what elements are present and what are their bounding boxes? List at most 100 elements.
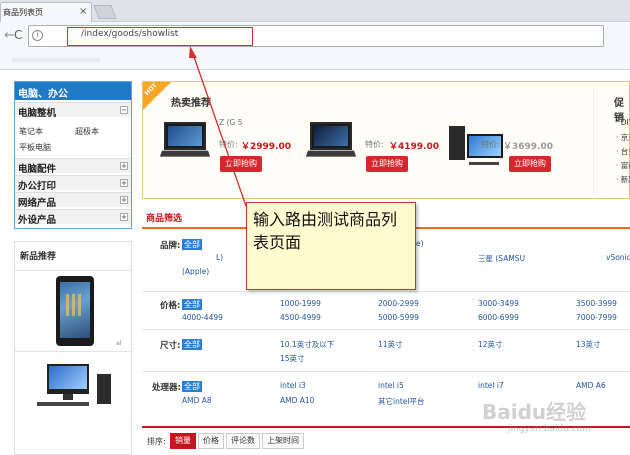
filter-label-price: 价格: bbox=[160, 301, 181, 311]
filter-option[interactable]: 7000-7999 bbox=[576, 313, 617, 322]
filter-option[interactable]: 6000-6999 bbox=[478, 313, 519, 322]
category-group-label: 网络产品 bbox=[18, 198, 57, 209]
address-bar[interactable]: i /index/goods/showlist bbox=[28, 25, 604, 47]
category-group-label: 办公打印 bbox=[18, 181, 57, 192]
filter-option[interactable]: 3500-3999 bbox=[576, 299, 617, 308]
divider bbox=[142, 291, 630, 292]
price-label: 特价: bbox=[481, 140, 500, 149]
filter-option[interactable]: intel i5 bbox=[378, 381, 404, 390]
filter-option[interactable]: e) bbox=[416, 239, 424, 248]
sort-by-sales-button[interactable]: 销量 bbox=[170, 433, 196, 449]
minus-icon[interactable]: − bbox=[120, 106, 128, 114]
category-item-ultrabook[interactable]: 超极本 bbox=[75, 126, 99, 137]
category-group-peripherals[interactable]: 外设产品 + bbox=[15, 209, 131, 226]
promo-link[interactable]: · DIY bbox=[616, 118, 630, 127]
filter-label-size: 尺寸: bbox=[160, 341, 181, 351]
filter-option[interactable]: 15英寸 bbox=[280, 353, 305, 364]
promo-link[interactable]: · 京东 bbox=[616, 132, 630, 143]
filter-option[interactable]: 4500-4999 bbox=[280, 313, 321, 322]
product-name[interactable]: Z (G 5 bbox=[219, 118, 242, 127]
browser-toolbar: ← C i /index/goods/showlist bbox=[0, 22, 630, 50]
plus-icon[interactable]: + bbox=[120, 196, 128, 204]
tablet-product-image[interactable] bbox=[56, 276, 94, 346]
category-group-office[interactable]: 办公打印 + bbox=[15, 175, 131, 192]
page-info-icon[interactable]: i bbox=[32, 30, 43, 41]
watermark-logo: Baidu经验 bbox=[482, 400, 587, 424]
filter-all-price[interactable]: 全部 bbox=[182, 299, 202, 310]
product-price: ￥3699.00 bbox=[503, 142, 553, 152]
price-label: 特价: bbox=[219, 140, 238, 149]
category-group-label: 外设产品 bbox=[18, 215, 57, 226]
divider bbox=[142, 329, 630, 330]
desktop-product-image[interactable] bbox=[449, 126, 465, 160]
buy-now-button[interactable]: 立即抢购 bbox=[509, 156, 551, 172]
reload-icon[interactable]: C bbox=[14, 28, 22, 42]
promo-link[interactable]: · 富都 bbox=[616, 160, 630, 171]
filter-option[interactable]: AMD A8 bbox=[182, 396, 212, 405]
filter-option[interactable]: intel i3 bbox=[280, 381, 306, 390]
filter-option[interactable]: vSonic bbox=[606, 253, 630, 262]
category-group-network[interactable]: 网络产品 + bbox=[15, 192, 131, 209]
keyboard bbox=[469, 162, 499, 165]
promo-link[interactable]: · 新款 bbox=[616, 174, 630, 185]
new-recommend-panel: 新品推荐 al bbox=[14, 241, 132, 455]
filter-option[interactable]: AMD A6 bbox=[576, 381, 606, 390]
category-group-label: 电脑配件 bbox=[18, 164, 57, 175]
category-item-laptop[interactable]: 笔记本 bbox=[19, 126, 43, 137]
category-item-tablet[interactable]: 平板电脑 bbox=[19, 142, 51, 153]
category-group-computers[interactable]: 电脑整机 − bbox=[15, 102, 131, 119]
new-tab-button[interactable] bbox=[93, 5, 117, 19]
filter-option[interactable]: 10.1英寸及以下 bbox=[280, 339, 334, 350]
filter-option[interactable]: 2000-2999 bbox=[378, 299, 419, 308]
filter-option[interactable]: 13英寸 bbox=[576, 339, 601, 350]
filter-option[interactable]: (Apple) bbox=[182, 267, 209, 276]
bookmarks-bar bbox=[0, 50, 630, 70]
sort-by-price-button[interactable]: 价格 bbox=[198, 433, 224, 449]
browser-tab[interactable]: 商品列表页 × bbox=[0, 2, 92, 22]
filter-all-brand[interactable]: 全部 bbox=[182, 239, 202, 250]
monitor-stand bbox=[63, 394, 73, 400]
filter-option[interactable]: 1000-1999 bbox=[280, 299, 321, 308]
filter-option[interactable]: 3000-3499 bbox=[478, 299, 519, 308]
plus-icon[interactable]: + bbox=[120, 162, 128, 170]
filter-option[interactable]: 11英寸 bbox=[378, 339, 403, 350]
filter-option[interactable]: intel i7 bbox=[478, 381, 504, 390]
filter-option[interactable]: 其它intel平台 bbox=[378, 396, 424, 407]
promo-link[interactable]: · 台式 bbox=[616, 146, 630, 157]
category-header[interactable]: 电脑、办公 bbox=[15, 82, 131, 100]
category-group-label: 电脑整机 bbox=[18, 108, 57, 119]
new-recommend-title: 新品推荐 bbox=[20, 252, 57, 262]
filter-option[interactable]: AMD A10 bbox=[280, 396, 314, 405]
filter-option[interactable]: 三星 (SAMSU bbox=[478, 253, 525, 264]
plus-icon[interactable]: + bbox=[120, 213, 128, 221]
product-caption: al bbox=[116, 340, 122, 347]
filter-option[interactable]: L) bbox=[216, 253, 223, 262]
filter-option[interactable]: 4000-4499 bbox=[182, 313, 223, 322]
close-icon[interactable]: × bbox=[79, 6, 87, 17]
product-price: ￥4199.00 bbox=[389, 142, 439, 152]
sort-by-reviews-button[interactable]: 评论数 bbox=[226, 433, 260, 449]
keyboard bbox=[37, 402, 89, 406]
url-text[interactable]: /index/goods/showlist bbox=[81, 29, 178, 39]
hot-section-title: 热卖推荐 bbox=[171, 98, 211, 109]
hot-recommend-section: HOT 热卖推荐 Z (G 5 特价: ￥2999.00 立即抢购 特价: ￥4… bbox=[142, 81, 630, 199]
category-menu: 电脑、办公 电脑整机 − 笔记本 超极本 平板电脑 电脑配件 + 办公打印 + … bbox=[14, 81, 132, 229]
tab-title: 商品列表页 bbox=[3, 8, 43, 17]
divider bbox=[593, 88, 594, 194]
laptop-product-image[interactable] bbox=[305, 122, 357, 160]
plus-icon[interactable]: + bbox=[120, 179, 128, 187]
filter-option[interactable]: 5000-5999 bbox=[378, 313, 419, 322]
category-group-accessories[interactable]: 电脑配件 + bbox=[15, 158, 131, 175]
desktop-product-image[interactable] bbox=[47, 364, 89, 394]
buy-now-button[interactable]: 立即抢购 bbox=[366, 156, 408, 172]
filter-option[interactable]: 12英寸 bbox=[478, 339, 503, 350]
divider bbox=[15, 351, 131, 352]
laptop-product-image[interactable] bbox=[159, 122, 211, 160]
divider bbox=[15, 270, 131, 271]
filter-all-size[interactable]: 全部 bbox=[182, 339, 202, 350]
buy-now-button[interactable]: 立即抢购 bbox=[220, 156, 262, 172]
filter-all-cpu[interactable]: 全部 bbox=[182, 381, 202, 392]
sort-by-date-button[interactable]: 上架时间 bbox=[262, 433, 304, 449]
pc-tower bbox=[97, 374, 111, 404]
annotation-callout: 输入路由测试商品列表页面 bbox=[246, 202, 416, 290]
